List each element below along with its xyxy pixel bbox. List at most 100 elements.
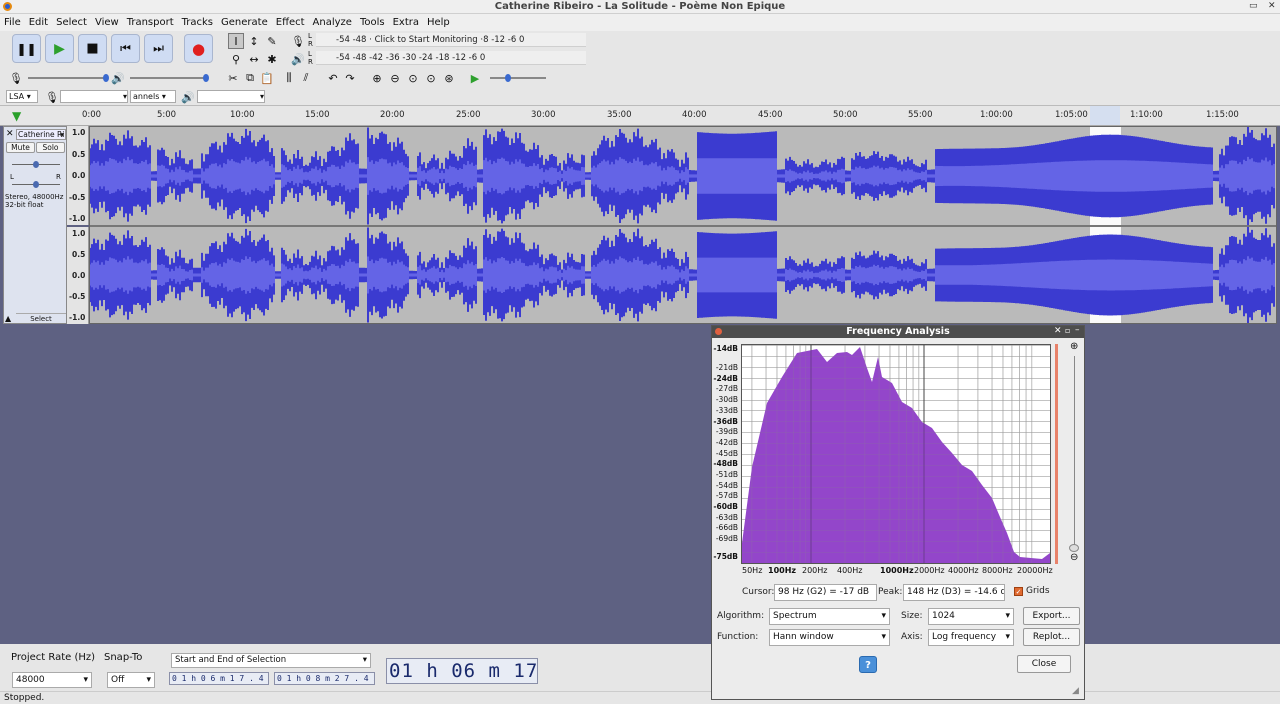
selection-start-time[interactable]: 0 1 h 0 6 m 1 7 . 4 0 9 s xyxy=(169,672,269,685)
ruler-tick: 30:00 xyxy=(531,110,556,120)
ruler-tick: 0:00 xyxy=(82,110,102,120)
play-at-speed-icon[interactable]: ▶ xyxy=(467,70,483,86)
timeshift-tool-icon[interactable]: ↔ xyxy=(246,51,262,67)
snap-to-select[interactable]: Off ▾ xyxy=(107,672,155,688)
skip-start-button[interactable]: ⏮ xyxy=(111,34,140,63)
menu-extra[interactable]: Extra xyxy=(393,17,419,28)
dialog-minimize-icon[interactable]: – xyxy=(1075,325,1080,335)
menu-tracks[interactable]: Tracks xyxy=(182,17,213,28)
play-icon: ▶ xyxy=(54,40,65,57)
menu-view[interactable]: View xyxy=(95,17,119,28)
close-button[interactable]: Close xyxy=(1017,655,1071,673)
playback-meter[interactable]: -54 -48 -42 -36 -30 -24 -18 -12 -6 0 xyxy=(316,51,586,65)
envelope-tool-icon[interactable]: ↕ xyxy=(246,33,262,49)
record-volume-thumb[interactable] xyxy=(103,74,109,82)
menu-file[interactable]: File xyxy=(4,17,21,28)
select-track-button[interactable]: Select xyxy=(16,313,66,323)
host-value: LSA xyxy=(9,92,25,101)
cursor-label: Cursor: xyxy=(742,587,775,597)
peak-value-field[interactable]: 148 Hz (D3) = -14.6 d xyxy=(903,584,1005,601)
resize-grip-icon[interactable]: ◢ xyxy=(1072,686,1079,696)
help-button[interactable]: ? xyxy=(859,656,877,673)
skip-end-button[interactable]: ⏭ xyxy=(144,34,173,63)
record-meter[interactable]: -54 -48 · Click to Start Monitoring ·8 -… xyxy=(316,33,586,47)
ruler-tick: 40:00 xyxy=(682,110,707,120)
play-speed-thumb[interactable] xyxy=(505,74,511,82)
zoom-in-freq-icon[interactable]: ⊕ xyxy=(1070,341,1078,352)
project-rate-label: Project Rate (Hz) xyxy=(11,652,96,663)
cut-icon[interactable]: ✂ xyxy=(225,70,241,86)
solo-button[interactable]: Solo xyxy=(36,142,65,153)
export-button[interactable]: Export... xyxy=(1023,607,1080,625)
freq-zoom-slider[interactable] xyxy=(1074,356,1075,546)
menu-generate[interactable]: Generate xyxy=(221,17,268,28)
host-select[interactable]: LSA ▾ xyxy=(6,90,38,103)
play-button[interactable]: ▶ xyxy=(45,34,74,63)
selection-end-time[interactable]: 0 1 h 0 8 m 2 7 . 4 2 5 s xyxy=(274,672,375,685)
zoom-out-icon[interactable]: ⊖ xyxy=(387,70,403,86)
track-close-icon[interactable]: ✕ xyxy=(6,129,14,139)
fit-selection-icon[interactable]: ⊙ xyxy=(405,70,421,86)
play-speed-slider[interactable] xyxy=(490,77,546,79)
axis-select[interactable]: Log frequency ▾ xyxy=(928,629,1014,646)
fit-project-icon[interactable]: ⊙ xyxy=(423,70,439,86)
silence-icon[interactable]: ⫽ xyxy=(298,70,314,86)
close-window-icon[interactable]: ✕ xyxy=(1268,1,1276,11)
play-head-icon[interactable]: ▼ xyxy=(12,109,21,123)
trim-icon[interactable]: ⫼ xyxy=(281,70,297,86)
zoom-out-freq-icon[interactable]: ⊖ xyxy=(1070,552,1078,563)
cursor-value-field[interactable]: 98 Hz (G2) = -17 dB xyxy=(774,584,877,601)
menu-select[interactable]: Select xyxy=(56,17,87,28)
playback-device-select[interactable]: ▾ xyxy=(197,90,265,103)
collapse-track-icon[interactable]: ▲ xyxy=(5,314,11,323)
timeline-ruler[interactable]: ▼ 0:00 5:00 10:00 15:00 20:00 25:00 30:0… xyxy=(0,106,1280,126)
redo-icon[interactable]: ↷ xyxy=(342,70,358,86)
menu-edit[interactable]: Edit xyxy=(29,17,48,28)
playback-volume-thumb[interactable] xyxy=(203,74,209,82)
grids-checkbox[interactable]: ✓ xyxy=(1014,587,1023,596)
replot-button[interactable]: Replot... xyxy=(1023,628,1080,646)
freq-zoom-thumb[interactable] xyxy=(1069,544,1079,552)
spectrum-plot[interactable] xyxy=(741,344,1051,564)
audio-position-time[interactable]: 01 h 06 m 17 s xyxy=(386,658,538,684)
channels-select[interactable]: annels ▾ xyxy=(130,90,176,103)
zoom-in-icon[interactable]: ⊕ xyxy=(369,70,385,86)
undo-icon[interactable]: ↶ xyxy=(325,70,341,86)
waveform-area[interactable] xyxy=(89,126,1277,324)
mute-button[interactable]: Mute xyxy=(6,142,35,153)
pause-button[interactable]: ❚❚ xyxy=(12,34,41,63)
pan-thumb[interactable] xyxy=(33,181,39,188)
selection-mode-select[interactable]: Start and End of Selection ▾ xyxy=(171,653,371,668)
selection-tool-icon[interactable]: I xyxy=(228,33,244,49)
gain-thumb[interactable] xyxy=(33,161,39,168)
menu-tools[interactable]: Tools xyxy=(360,17,385,28)
multi-tool-icon[interactable]: ✱ xyxy=(264,51,280,67)
dialog-title-bar: Frequency Analysis xyxy=(712,326,1084,338)
zoom-tool-icon[interactable]: ⚲ xyxy=(228,51,244,67)
track-name-menu[interactable]: Catherine Ri ▾ xyxy=(16,129,66,140)
dialog-maximize-icon[interactable]: ▫ xyxy=(1065,326,1070,335)
minimize-icon[interactable]: ▭ xyxy=(1249,1,1258,11)
record-volume-slider[interactable] xyxy=(28,77,108,79)
paste-icon[interactable]: 📋 xyxy=(259,70,275,86)
function-select[interactable]: Hann window ▾ xyxy=(769,629,890,646)
axis-label: 0.5 xyxy=(72,250,86,259)
stop-button[interactable]: ■ xyxy=(78,34,107,63)
record-button[interactable]: ● xyxy=(184,34,213,63)
menu-effect[interactable]: Effect xyxy=(276,17,305,28)
algorithm-select[interactable]: Spectrum ▾ xyxy=(769,608,890,625)
size-select[interactable]: 1024 ▾ xyxy=(928,608,1014,625)
menu-help[interactable]: Help xyxy=(427,17,450,28)
playback-volume-slider[interactable] xyxy=(130,77,208,79)
playback-meter-speaker-icon[interactable]: 🔊 xyxy=(290,51,306,67)
dialog-close-x-icon[interactable]: ✕ xyxy=(1054,326,1062,336)
draw-tool-icon[interactable]: ✎ xyxy=(264,33,280,49)
copy-icon[interactable]: ⧉ xyxy=(242,70,258,86)
project-rate-select[interactable]: 48000 ▾ xyxy=(12,672,92,688)
menu-transport[interactable]: Transport xyxy=(127,17,174,28)
ruler-tick: 1:10:00 xyxy=(1130,110,1163,120)
recording-device-select[interactable]: ▾ xyxy=(60,90,128,103)
zoom-toggle-icon[interactable]: ⊛ xyxy=(441,70,457,86)
menu-analyze[interactable]: Analyze xyxy=(313,17,352,28)
record-meter-mic-icon[interactable]: 🎙 xyxy=(290,33,306,49)
